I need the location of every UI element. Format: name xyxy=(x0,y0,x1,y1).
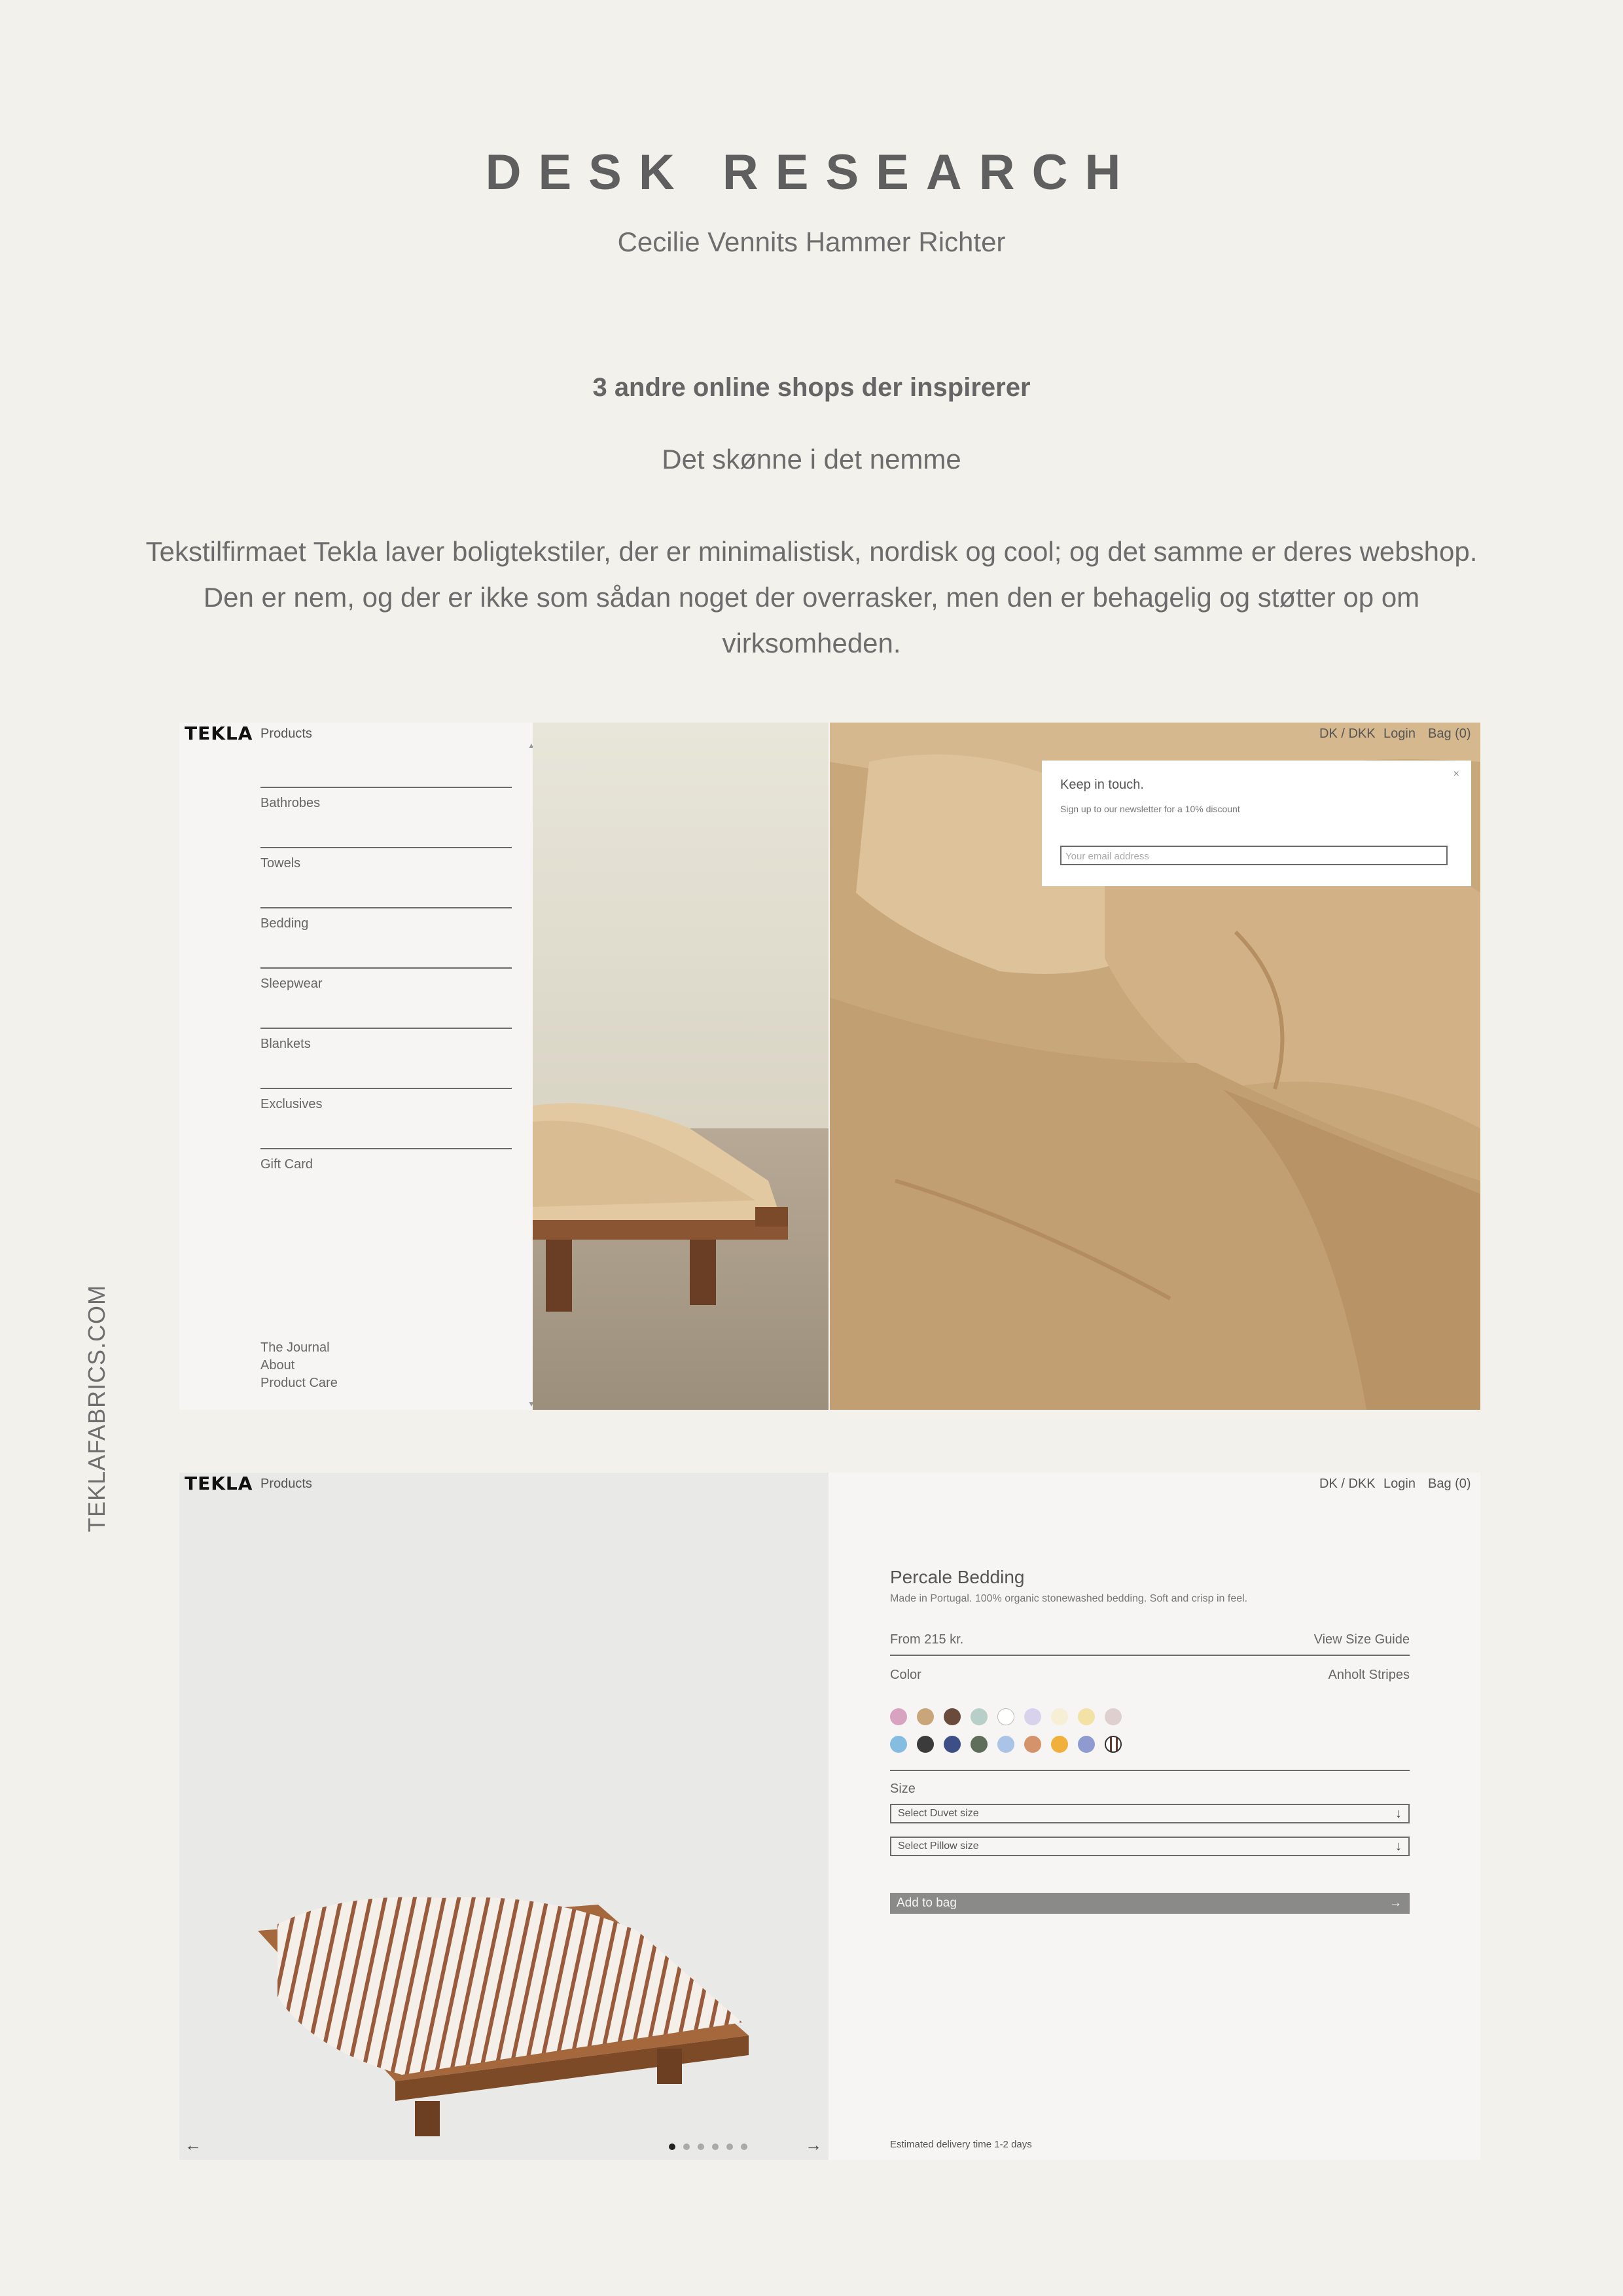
color-swatch[interactable] xyxy=(997,1708,1014,1725)
color-swatch[interactable] xyxy=(890,1708,907,1725)
category-towels[interactable]: Towels xyxy=(260,847,512,870)
category-label: Sleepwear xyxy=(260,977,323,991)
striped-bedding-photo xyxy=(179,1473,829,2160)
product-detail-panel: DK / DKK Login Bag (0) Percale Bedding M… xyxy=(830,1473,1480,2160)
footer-link-about[interactable]: About xyxy=(260,1358,294,1373)
color-swatch[interactable] xyxy=(1078,1736,1095,1753)
carousel-dot[interactable] xyxy=(741,2144,747,2150)
newsletter-popup: × Keep in touch. Sign up to our newslett… xyxy=(1042,761,1471,886)
product-price: From 215 kr. xyxy=(890,1632,964,1647)
bag-link[interactable]: Bag (0) xyxy=(1428,1477,1471,1492)
category-sleepwear[interactable]: Sleepwear xyxy=(260,967,512,991)
color-swatch[interactable] xyxy=(917,1708,934,1725)
bed-room-photo xyxy=(533,723,829,1410)
footer-link-journal[interactable]: The Journal xyxy=(260,1340,330,1355)
tekla-logo[interactable]: TEKLA xyxy=(185,723,253,744)
category-bathrobes[interactable]: Bathrobes xyxy=(260,787,512,810)
add-to-bag-button[interactable]: Add to bag → xyxy=(890,1893,1410,1914)
color-swatch[interactable] xyxy=(997,1736,1014,1753)
size-label: Size xyxy=(890,1782,916,1796)
carousel-dot[interactable] xyxy=(683,2144,690,2150)
divider xyxy=(890,1770,1410,1771)
currency-selector[interactable]: DK / DKK xyxy=(1319,1477,1376,1492)
color-swatch[interactable] xyxy=(917,1736,934,1753)
category-gift-card[interactable]: Gift Card xyxy=(260,1148,512,1172)
category-label: Exclusives xyxy=(260,1097,323,1111)
category-label: Bedding xyxy=(260,916,309,931)
category-label: Towels xyxy=(260,856,301,870)
carousel-dot[interactable] xyxy=(669,2144,675,2150)
category-label: Bathrobes xyxy=(260,796,321,810)
color-swatch[interactable] xyxy=(890,1736,907,1753)
carousel-dot[interactable] xyxy=(726,2144,733,2150)
footer-link-product-care[interactable]: Product Care xyxy=(260,1376,338,1391)
delivery-estimate: Estimated delivery time 1-2 days xyxy=(890,2139,1032,2150)
popup-title: Keep in touch. xyxy=(1060,778,1144,792)
color-swatch[interactable] xyxy=(1024,1708,1041,1725)
author-name: Cecilie Vennits Hammer Richter xyxy=(617,226,1006,257)
products-link[interactable]: Products xyxy=(260,726,312,742)
duvet-size-select[interactable]: Select Duvet size ↓ xyxy=(890,1804,1410,1823)
color-swatch[interactable] xyxy=(1078,1708,1095,1725)
carousel-dot[interactable] xyxy=(712,2144,719,2150)
add-to-bag-label: Add to bag xyxy=(897,1896,957,1910)
color-swatch[interactable] xyxy=(971,1736,988,1753)
color-swatch[interactable] xyxy=(971,1708,988,1725)
selected-color: Anholt Stripes xyxy=(1328,1668,1410,1682)
side-url-label: TEKLAFABRICS.COM xyxy=(83,1284,110,1533)
section-tagline: Det skønne i det nemme xyxy=(662,444,961,475)
color-swatch[interactable] xyxy=(944,1736,961,1753)
currency-selector[interactable]: DK / DKK xyxy=(1319,726,1376,742)
color-swatch[interactable] xyxy=(1024,1736,1041,1753)
color-label: Color xyxy=(890,1668,921,1682)
tekla-logo[interactable]: TEKLA xyxy=(185,1473,253,1494)
product-description: Made in Portugal. 100% organic stonewash… xyxy=(890,1593,1248,1604)
screenshot-menu-page: TEKLA Products Bathrobes Towels Bedding … xyxy=(179,723,1480,1410)
menu-sidebar: TEKLA Products Bathrobes Towels Bedding … xyxy=(179,723,535,1410)
color-swatch[interactable] xyxy=(1051,1708,1068,1725)
email-field[interactable]: Your email address xyxy=(1060,846,1448,865)
section-heading: 3 andre online shops der inspirerer xyxy=(592,373,1031,402)
color-swatch[interactable] xyxy=(1105,1736,1122,1753)
arrow-right-icon: → xyxy=(1389,1896,1402,1910)
bag-link[interactable]: Bag (0) xyxy=(1428,726,1471,742)
intro-paragraph: Tekstilfirmaet Tekla laver boligtekstile… xyxy=(145,536,1478,658)
category-label: Gift Card xyxy=(260,1157,313,1172)
duvet-select-label: Select Duvet size xyxy=(898,1808,979,1819)
color-swatch[interactable] xyxy=(944,1708,961,1725)
login-link[interactable]: Login xyxy=(1383,726,1416,742)
arrow-down-icon: ↓ xyxy=(1395,1806,1402,1821)
arrow-left-icon[interactable]: ← xyxy=(185,2135,202,2155)
popup-text: Sign up to our newsletter for a 10% disc… xyxy=(1060,804,1240,814)
products-link[interactable]: Products xyxy=(260,1477,312,1492)
screenshot-product-page: TEKLA Products ← → DK / DKK Login Bag (0… xyxy=(179,1473,1480,2160)
pillow-select-label: Select Pillow size xyxy=(898,1840,979,1852)
category-label: Blankets xyxy=(260,1037,311,1051)
color-swatch[interactable] xyxy=(1051,1736,1068,1753)
carousel-dot[interactable] xyxy=(698,2144,704,2150)
size-guide-link[interactable]: View Size Guide xyxy=(1314,1632,1410,1647)
arrow-right-icon[interactable]: → xyxy=(805,2135,822,2155)
page-title: DESK RESEARCH xyxy=(485,145,1138,200)
arrow-down-icon: ↓ xyxy=(1395,1839,1402,1854)
category-exclusives[interactable]: Exclusives xyxy=(260,1088,512,1111)
pillow-size-select[interactable]: Select Pillow size ↓ xyxy=(890,1837,1410,1856)
category-blankets[interactable]: Blankets xyxy=(260,1028,512,1051)
category-bedding[interactable]: Bedding xyxy=(260,907,512,931)
divider xyxy=(890,1655,1410,1656)
login-link[interactable]: Login xyxy=(1383,1477,1416,1492)
close-icon[interactable]: × xyxy=(1454,768,1459,780)
product-title: Percale Bedding xyxy=(890,1567,1025,1587)
color-swatch[interactable] xyxy=(1105,1708,1122,1725)
